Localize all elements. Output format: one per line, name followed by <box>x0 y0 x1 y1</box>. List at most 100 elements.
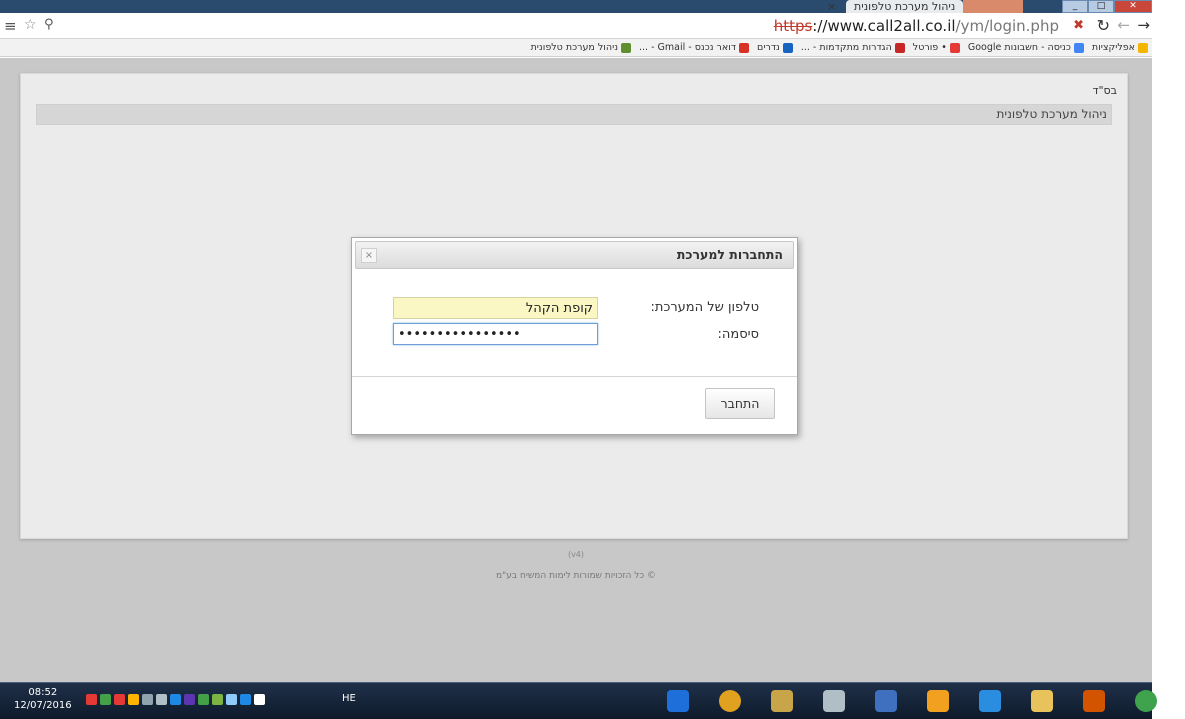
chrome-icon <box>719 690 741 712</box>
tray-icon[interactable] <box>114 694 125 705</box>
start-orb-icon <box>1135 690 1157 712</box>
bookmark-item[interactable]: נדרים <box>757 42 793 53</box>
tray-icon[interactable] <box>86 694 97 705</box>
bsd-label: בס"ד <box>1092 84 1117 97</box>
ie-taskbar-button[interactable] <box>972 686 1008 716</box>
chrome-taskbar-button[interactable] <box>712 686 748 716</box>
url-field[interactable]: https://www.call2all.co.il/ym/login.php <box>774 17 1059 35</box>
explorer-taskbar-button[interactable] <box>764 686 800 716</box>
page-title: ניהול מערכת טלפונית <box>996 107 1107 121</box>
bookmark-icon <box>949 42 960 53</box>
folder-icon <box>1031 690 1053 712</box>
bookmark-item[interactable]: דואר נכנס - Gmail - ... <box>639 42 750 53</box>
tray-icon[interactable] <box>142 694 153 705</box>
taskbar: 08:52 12/07/2016 HE <box>0 682 1157 719</box>
close-window-button[interactable]: ✕ <box>1114 0 1152 13</box>
bookmark-item[interactable]: כניסה - חשבונות Google <box>968 42 1084 53</box>
taskbar-apps <box>660 686 1164 716</box>
bookmark-label: כניסה - חשבונות Google <box>967 42 1071 53</box>
bookmark-icon <box>739 42 750 53</box>
media-taskbar-button[interactable] <box>868 686 904 716</box>
phone-input[interactable] <box>393 297 598 319</box>
bookmark-label: • פורטל <box>912 42 947 53</box>
forward-icon[interactable]: → <box>1137 16 1150 34</box>
tray-icon[interactable] <box>240 694 251 705</box>
login-button[interactable]: התחבר <box>705 388 775 419</box>
outlook-icon <box>927 690 949 712</box>
start-orb-taskbar-button[interactable] <box>1128 686 1164 716</box>
browser-titlebar: × ניהול מערכת טלפונית _ □ ✕ <box>0 0 1152 13</box>
bookmark-icon <box>782 42 793 53</box>
bookmark-icon <box>621 42 632 53</box>
tray-icon[interactable] <box>128 694 139 705</box>
tab-inactive[interactable] <box>963 0 1023 13</box>
bookmark-label: ניהול מערכת טלפונית <box>530 42 619 53</box>
bookmark-label: הגדרות מתקדמות - ... <box>800 42 892 53</box>
minimize-button[interactable]: _ <box>1062 0 1088 13</box>
tray-icon[interactable] <box>184 694 195 705</box>
fax-icon <box>823 690 845 712</box>
bookmark-label: נדרים <box>757 42 780 53</box>
pin-icon[interactable]: ⚲ <box>44 17 54 32</box>
tray-icon[interactable] <box>198 694 209 705</box>
bookmark-label: אפליקציות <box>1091 42 1135 53</box>
bookmark-item[interactable]: אפליקציות <box>1092 42 1148 53</box>
clock-time: 08:52 <box>28 687 58 698</box>
bookmark-icon <box>1138 42 1148 53</box>
bookmark-item[interactable]: • פורטל <box>913 42 960 53</box>
media-icon <box>875 690 897 712</box>
footer-copyright: © כל הזכויות שמורות לימות המשיח בע"מ <box>496 571 656 581</box>
bookmarks-bar: אפליקציות כניסה - חשבונות Google • פורטל הג… <box>0 39 1152 57</box>
bookmark-label: דואר נכנס - Gmail - ... <box>639 42 737 53</box>
teamviewer-taskbar-button[interactable] <box>660 686 696 716</box>
login-dialog: × התחברות למערכת טלפון של המערכת: סיסמה:… <box>351 237 798 435</box>
explorer-icon <box>771 690 793 712</box>
bookmark-item[interactable]: ניהול מערכת טלפונית <box>530 42 632 53</box>
right-margin <box>1152 0 1185 719</box>
browser-tab[interactable]: ניהול מערכת טלפונית <box>846 0 964 13</box>
clock[interactable]: 08:52 12/07/2016 <box>14 686 72 712</box>
tray-icon[interactable] <box>254 694 265 705</box>
password-input[interactable] <box>393 323 598 345</box>
fax-taskbar-button[interactable] <box>816 686 852 716</box>
tray-app-taskbar-button[interactable] <box>1076 686 1112 716</box>
ie-icon <box>979 690 1001 712</box>
bookmark-star-icon[interactable]: ☆ <box>24 17 37 33</box>
url-path: /ym/login.php <box>955 17 1059 35</box>
tab-close-icon[interactable]: × <box>827 0 836 13</box>
footer-version: (v4) <box>567 550 585 559</box>
close-icon[interactable]: × <box>361 248 377 263</box>
header-bar: ניהול מערכת טלפונית <box>36 104 1112 125</box>
tray-icon[interactable] <box>212 694 223 705</box>
clock-date: 12/07/2016 <box>14 700 72 711</box>
bookmark-item[interactable]: הגדרות מתקדמות - ... <box>801 42 905 53</box>
menu-icon[interactable]: ≡ <box>4 17 17 35</box>
tab-title: ניהול מערכת טלפונית <box>854 0 956 13</box>
window-controls: _ □ ✕ <box>1062 0 1152 13</box>
back-icon[interactable]: ← <box>1117 16 1130 34</box>
bookmark-icon <box>894 42 905 53</box>
tray-icon[interactable] <box>170 694 181 705</box>
phone-label: טלפון של המערכת: <box>650 300 759 315</box>
url-scheme: https <box>773 17 813 35</box>
tray-icon[interactable] <box>100 694 111 705</box>
language-indicator[interactable]: HE <box>342 693 356 704</box>
password-label: סיסמה: <box>717 327 759 342</box>
url-host: ://www.call2all.co.il <box>812 17 956 35</box>
dialog-title: התחברות למערכת <box>676 247 783 262</box>
insecure-lock-icon[interactable]: ✖ <box>1073 18 1084 33</box>
folder-taskbar-button[interactable] <box>1024 686 1060 716</box>
outlook-taskbar-button[interactable] <box>920 686 956 716</box>
reload-icon[interactable]: ↻ <box>1097 16 1110 35</box>
tray-icon[interactable] <box>156 694 167 705</box>
teamviewer-icon <box>667 690 689 712</box>
bookmark-icon <box>1073 42 1084 53</box>
screen: × ניהול מערכת טלפונית _ □ ✕ ≡ ☆ ⚲ https:… <box>0 0 1185 719</box>
tray-app-icon <box>1083 690 1105 712</box>
dialog-header: × התחברות למערכת <box>355 241 794 269</box>
dialog-divider <box>352 376 797 377</box>
system-tray <box>86 694 265 705</box>
maximize-button[interactable]: □ <box>1088 0 1114 13</box>
address-bar: ≡ ☆ ⚲ https://www.call2all.co.il/ym/logi… <box>0 13 1152 39</box>
tray-icon[interactable] <box>226 694 237 705</box>
